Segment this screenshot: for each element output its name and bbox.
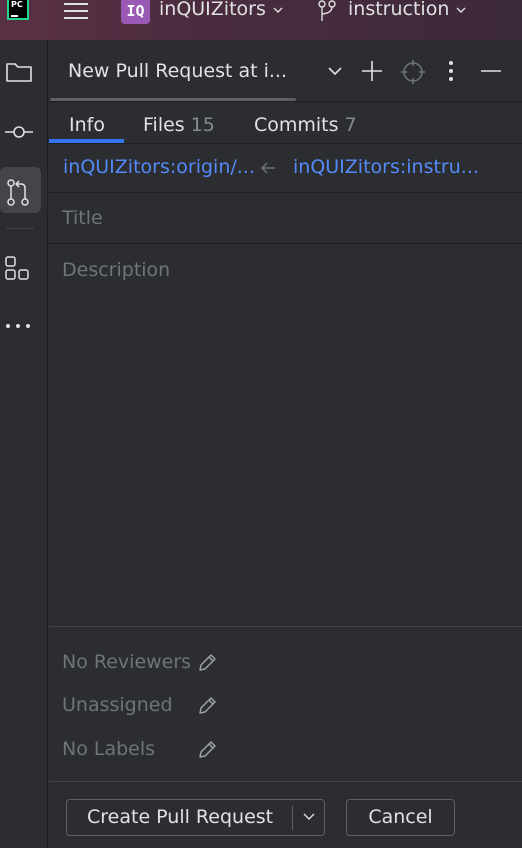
chevron-down-icon[interactable] (456, 5, 466, 15)
edit-labels-icon[interactable] (197, 738, 217, 760)
pull-request-panel: New Pull Request at i... Info Files 15 Co… (49, 40, 522, 848)
chevron-down-icon[interactable] (303, 812, 315, 822)
head-branch-selector[interactable]: inQUIZitors:instru... (293, 156, 479, 178)
labels-label: No Labels (62, 738, 156, 760)
reviewers-label: No Reviewers (62, 651, 192, 673)
create-pull-request-button[interactable]: Create Pull Request (66, 799, 325, 836)
pull-requests-icon[interactable] (0, 168, 40, 212)
project-badge[interactable]: IQ (121, 0, 150, 24)
assignees-label: Unassigned (62, 694, 173, 716)
structure-icon[interactable] (0, 245, 40, 289)
more-vertical-icon[interactable] (447, 60, 455, 82)
project-icon[interactable] (0, 50, 40, 94)
locate-icon[interactable] (401, 60, 425, 84)
divider (49, 101, 522, 102)
description-input[interactable] (49, 244, 522, 624)
hamburger-icon[interactable] (64, 3, 88, 21)
arrow-left-icon (260, 162, 275, 174)
title-bar: PC IQ inQUIZitors instruction (0, 0, 522, 40)
more-icon[interactable] (0, 304, 40, 348)
tab-files[interactable]: Files 15 (143, 114, 215, 136)
panel-title[interactable]: New Pull Request at i... (68, 60, 287, 82)
git-branch-icon (318, 0, 336, 21)
base-branch-selector[interactable]: inQUIZitors:origin/... (63, 156, 255, 178)
edit-assignees-icon[interactable] (197, 694, 217, 716)
divider (49, 143, 522, 144)
cancel-button[interactable]: Cancel (346, 799, 455, 836)
title-input[interactable] (49, 193, 522, 243)
commit-icon[interactable] (0, 110, 40, 154)
tab-info[interactable]: Info (69, 114, 105, 136)
chevron-down-icon[interactable] (273, 5, 283, 15)
branch-name[interactable]: instruction (348, 0, 449, 20)
chevron-down-icon[interactable] (327, 64, 343, 78)
tool-window-strip (0, 40, 48, 848)
divider (49, 781, 522, 782)
minimize-icon[interactable] (480, 69, 502, 73)
project-name[interactable]: inQUIZitors (159, 0, 266, 20)
plus-icon[interactable] (361, 60, 383, 82)
edit-reviewers-icon[interactable] (197, 651, 217, 673)
toolstrip-separator (6, 228, 34, 229)
tab-commits[interactable]: Commits 7 (254, 114, 357, 136)
divider (49, 626, 522, 627)
pycharm-logo-icon[interactable]: PC (7, 0, 29, 20)
